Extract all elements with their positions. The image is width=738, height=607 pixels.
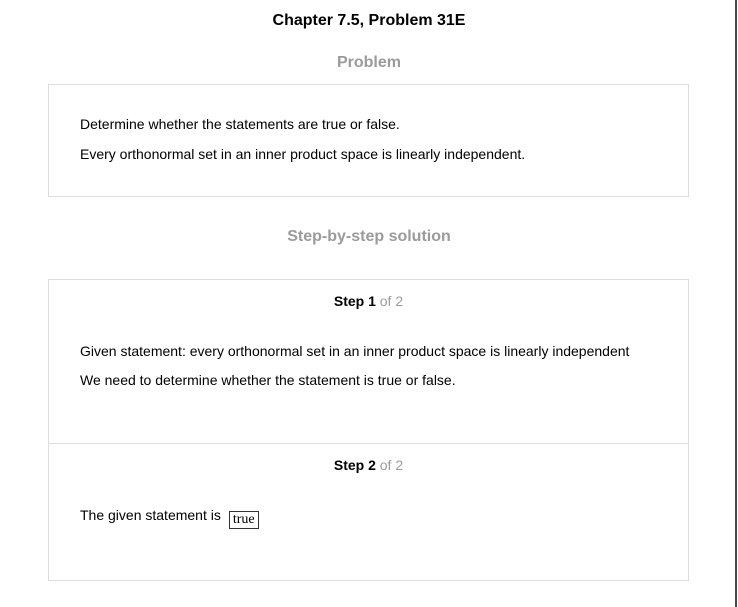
answer-box: true [228, 511, 259, 529]
step-1-line-1: Given statement: every orthonormal set i… [80, 343, 630, 359]
step-1-label: Step 1 [333, 293, 376, 309]
step-2-count: of 2 [379, 457, 404, 473]
problem-heading: Problem [336, 54, 401, 71]
problem-line-1: Determine whether the statements are tru… [80, 116, 400, 132]
step-2: Step 2 of 2 The given statement is true [49, 444, 688, 580]
step-1-line-2: We need to determine whether the stateme… [80, 372, 456, 388]
page-edge-rule [735, 0, 737, 607]
problem-card: Determine whether the statements are tru… [48, 84, 689, 197]
step-2-header: Step 2 of 2 [49, 457, 688, 473]
step-2-text: The given statement is [80, 507, 221, 523]
step-2-line: The given statement is true [80, 506, 259, 529]
solution-heading: Step-by-step solution [287, 228, 451, 245]
solution-card: Step 1 of 2 Given statement: every ortho… [48, 279, 689, 581]
step-2-label: Step 2 [333, 457, 376, 473]
page-title: Chapter 7.5, Problem 31E [272, 12, 466, 29]
step-1-header: Step 1 of 2 [49, 293, 688, 309]
problem-line-2: Every orthonormal set in an inner produc… [80, 146, 526, 162]
step-1: Step 1 of 2 Given statement: every ortho… [49, 280, 688, 444]
step-1-count: of 2 [379, 293, 404, 309]
